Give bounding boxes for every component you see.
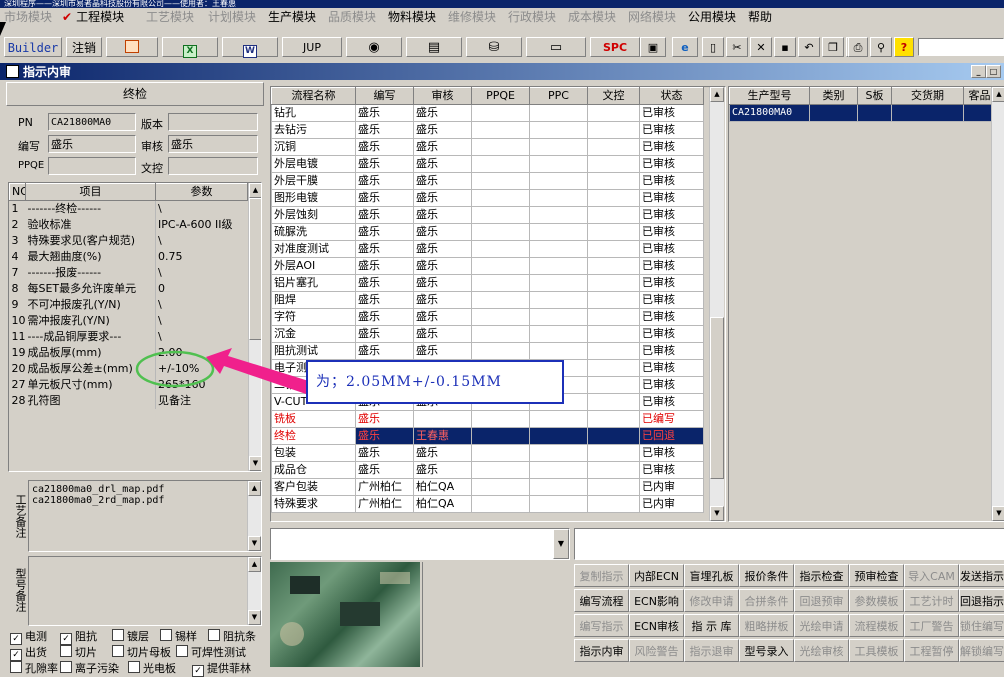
highlight-ellipse	[135, 350, 215, 388]
annotation-text: 为；2.05MM+/-0.15MM	[316, 374, 502, 390]
pointer-arrow-icon	[206, 348, 312, 394]
annotation-overlay	[135, 348, 312, 394]
mouse-cursor-icon	[0, 22, 6, 36]
annotation-box: 为；2.05MM+/-0.15MM	[306, 360, 564, 404]
